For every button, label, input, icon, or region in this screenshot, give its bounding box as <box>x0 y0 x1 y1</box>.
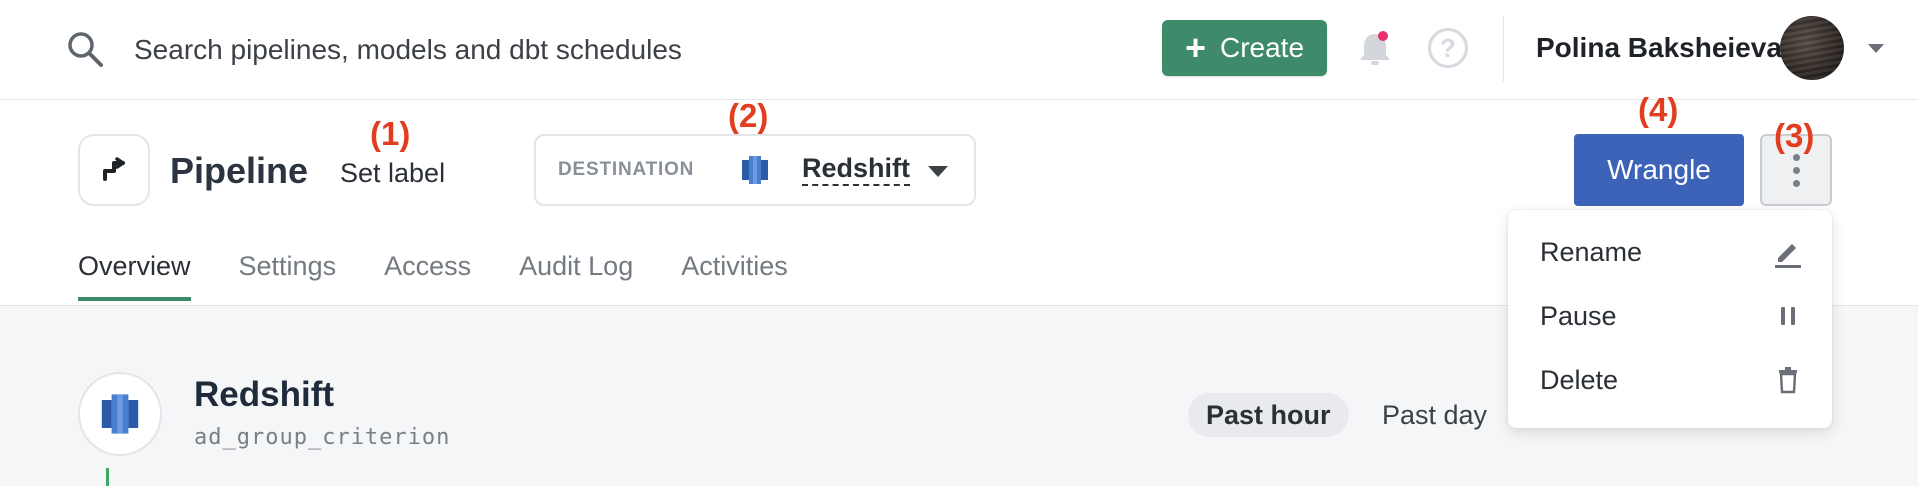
tab-settings[interactable]: Settings <box>239 246 337 300</box>
search-input[interactable]: Search pipelines, models and dbt schedul… <box>134 30 682 70</box>
create-button-label: Create <box>1219 32 1305 63</box>
search-icon[interactable] <box>64 28 108 72</box>
annotation-2: (2) <box>728 97 769 134</box>
tab-bar: Overview Settings Access Audit Log Activ… <box>78 246 788 301</box>
more-options-menu: Rename Pause Delete <box>1508 210 1832 428</box>
redshift-logo-icon <box>78 372 162 456</box>
wrangle-button[interactable]: Wrangle <box>1574 134 1744 206</box>
destination-title: Redshift <box>194 375 334 414</box>
pause-icon <box>1781 307 1795 325</box>
destination-label: DESTINATION <box>558 159 695 180</box>
topbar-divider <box>1503 16 1504 82</box>
tab-activities[interactable]: Activities <box>681 246 788 300</box>
pencil-icon <box>1775 244 1801 268</box>
page-title: Pipeline <box>170 150 309 191</box>
avatar[interactable] <box>1780 16 1844 80</box>
top-bar: Search pipelines, models and dbt schedul… <box>0 0 1918 100</box>
chevron-down-icon <box>928 166 948 177</box>
tab-access[interactable]: Access <box>384 246 471 300</box>
trash-icon <box>1779 367 1797 394</box>
annotation-3: (3) <box>1774 117 1815 154</box>
menu-item-pause[interactable]: Pause <box>1540 298 1617 334</box>
range-past-hour[interactable]: Past hour <box>1188 393 1349 437</box>
redshift-logo-icon <box>742 156 768 184</box>
help-icon[interactable]: ? <box>1428 28 1468 68</box>
plus-icon: + <box>1184 27 1206 68</box>
pipeline-icon <box>78 134 150 206</box>
annotation-4: (4) <box>1638 91 1679 128</box>
tab-audit-log[interactable]: Audit Log <box>519 246 633 300</box>
destination-value: Redshift <box>802 152 910 186</box>
menu-item-rename[interactable]: Rename <box>1540 234 1642 270</box>
tab-overview[interactable]: Overview <box>78 246 191 301</box>
status-line <box>106 468 109 486</box>
menu-item-delete[interactable]: Delete <box>1540 362 1618 398</box>
set-label-button[interactable]: Set label <box>340 156 445 190</box>
create-button[interactable]: + Create <box>1162 20 1327 76</box>
user-name[interactable]: Polina Baksheieva <box>1536 28 1782 68</box>
bell-icon[interactable] <box>1357 28 1393 68</box>
destination-selector[interactable]: DESTINATION Redshift <box>534 134 976 206</box>
chevron-down-icon[interactable] <box>1868 44 1884 53</box>
annotation-1: (1) <box>370 115 411 152</box>
table-name: ad_group_criterion <box>194 425 451 450</box>
range-past-day[interactable]: Past day <box>1382 396 1487 434</box>
